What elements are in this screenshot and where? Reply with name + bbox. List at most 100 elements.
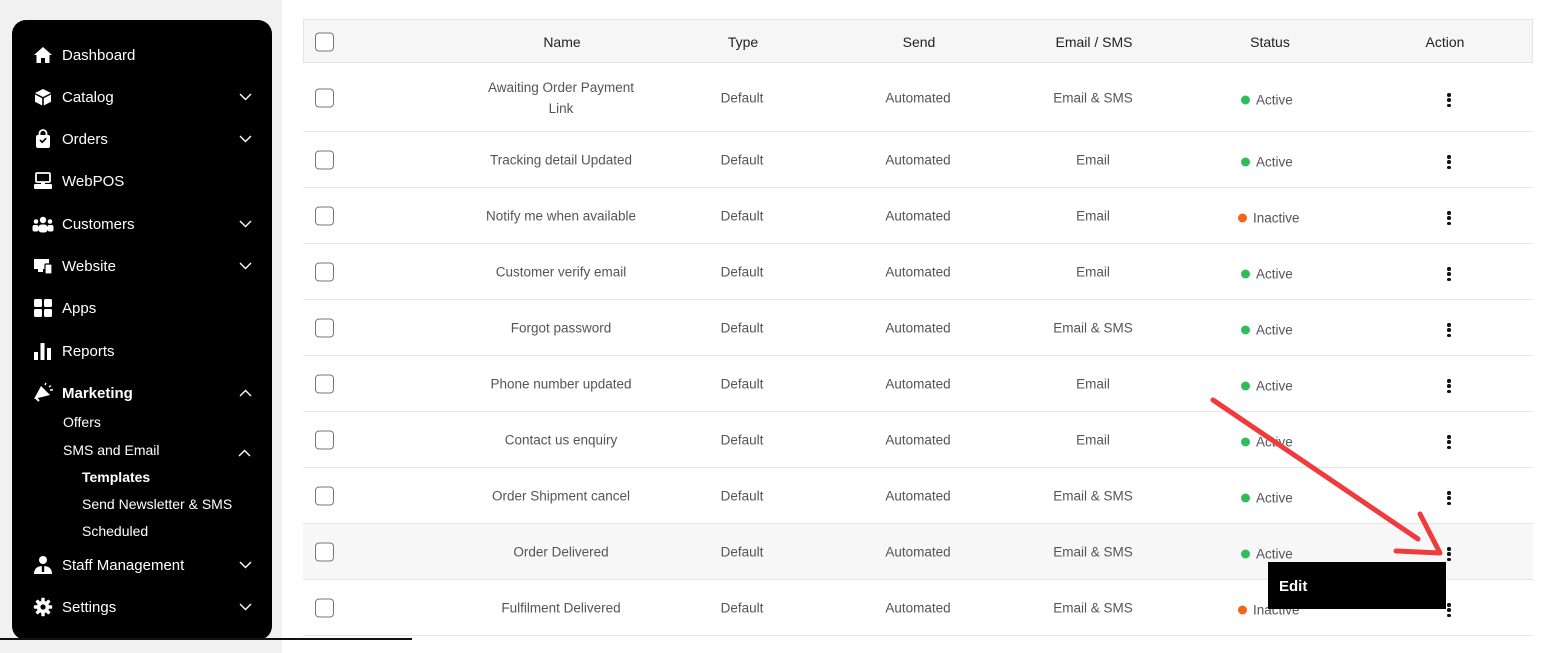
column-header-status[interactable]: Status <box>1250 20 1290 64</box>
status-text: Active <box>1256 378 1293 394</box>
sidebar-item-label: Website <box>62 257 116 275</box>
shopping-bag-icon <box>32 128 54 150</box>
status-text: Active <box>1256 490 1293 506</box>
status-dot-icon <box>1241 95 1250 105</box>
template-channel: Email & SMS <box>1053 544 1133 560</box>
status-text: Active <box>1256 434 1293 450</box>
column-header-send[interactable]: Send <box>903 20 936 64</box>
sidebar-subitem-label: SMS and Email <box>63 442 160 458</box>
row-checkbox[interactable] <box>315 374 334 394</box>
template-type: Default <box>720 264 764 280</box>
sidebar-item-website[interactable]: Website <box>12 251 272 281</box>
template-channel: Email & SMS <box>1053 488 1133 504</box>
template-name: Order Delivered <box>513 544 609 560</box>
sidebar-item-reports[interactable]: Reports <box>12 336 272 366</box>
status-dot-icon <box>1241 493 1250 503</box>
sidebar-item-label: Staff Management <box>62 556 185 574</box>
status-dot-icon <box>1241 325 1250 335</box>
bar-chart-icon <box>32 340 54 362</box>
sidebar: Dashboard Catalog Orders WebPOS Customer… <box>12 20 272 640</box>
apps-grid-icon <box>32 297 54 319</box>
row-checkbox[interactable] <box>315 430 334 450</box>
home-icon <box>32 44 54 66</box>
sidebar-subitem-templates[interactable]: Templates <box>82 469 150 485</box>
chevron-down-icon[interactable] <box>238 259 252 273</box>
more-actions-icon[interactable] <box>1442 376 1456 396</box>
template-type: Default <box>720 152 764 168</box>
more-actions-icon[interactable] <box>1442 544 1456 564</box>
sidebar-item-webpos[interactable]: WebPOS <box>12 166 272 196</box>
status-badge: Active <box>1241 491 1293 506</box>
column-header-type[interactable]: Type <box>728 20 758 64</box>
template-send: Automated <box>885 544 951 560</box>
sidebar-item-label: Dashboard <box>62 46 136 64</box>
action-menu-edit[interactable]: Edit <box>1268 562 1446 609</box>
row-checkbox[interactable] <box>315 206 334 226</box>
more-actions-icon[interactable] <box>1442 488 1456 508</box>
users-icon <box>32 213 54 235</box>
more-actions-icon[interactable] <box>1442 208 1456 228</box>
column-header-action[interactable]: Action <box>1426 20 1465 64</box>
sidebar-subitem-offers[interactable]: Offers <box>63 414 101 430</box>
more-actions-icon[interactable] <box>1442 320 1456 340</box>
more-actions-icon[interactable] <box>1442 152 1456 172</box>
chevron-down-icon[interactable] <box>238 132 252 146</box>
box-icon <box>32 86 54 108</box>
template-send: Automated <box>885 90 951 106</box>
sidebar-item-apps[interactable]: Apps <box>12 293 272 323</box>
status-dot-icon <box>1238 213 1247 223</box>
sidebar-background: Dashboard Catalog Orders WebPOS Customer… <box>0 0 282 653</box>
sidebar-subitem-sms-email[interactable]: SMS and Email <box>63 442 253 460</box>
select-all-checkbox[interactable] <box>315 32 334 52</box>
sidebar-item-label: Apps <box>62 299 97 317</box>
row-checkbox[interactable] <box>315 486 334 506</box>
gear-icon <box>32 596 54 618</box>
sidebar-item-settings[interactable]: Settings <box>12 592 272 622</box>
template-name: Tracking detail Updated <box>489 152 633 168</box>
row-checkbox[interactable] <box>315 88 334 108</box>
status-dot-icon <box>1241 269 1250 279</box>
template-send: Automated <box>885 376 951 392</box>
chevron-down-icon[interactable] <box>238 90 252 104</box>
template-channel: Email & SMS <box>1053 320 1133 336</box>
sidebar-subitem-scheduled[interactable]: Scheduled <box>82 523 148 539</box>
more-actions-icon[interactable] <box>1442 90 1456 110</box>
chevron-up-icon[interactable] <box>238 444 251 460</box>
row-checkbox[interactable] <box>315 150 334 170</box>
sidebar-item-label: Marketing <box>62 384 133 402</box>
row-checkbox[interactable] <box>315 542 334 562</box>
sidebar-item-catalog[interactable]: Catalog <box>12 82 272 112</box>
template-channel: Email <box>1076 152 1110 168</box>
sidebar-item-orders[interactable]: Orders <box>12 124 272 154</box>
template-send: Automated <box>885 320 951 336</box>
template-channel: Email <box>1076 376 1110 392</box>
table-row: Forgot password Default Automated Email … <box>303 300 1533 356</box>
row-checkbox[interactable] <box>315 318 334 338</box>
status-badge: Active <box>1241 435 1293 450</box>
table-header: Name Type Send Email / SMS Status Action <box>303 19 1533 63</box>
sidebar-subitem-newsletter[interactable]: Send Newsletter & SMS <box>82 496 232 512</box>
status-badge: Active <box>1241 155 1293 170</box>
bottom-divider <box>0 638 412 640</box>
sidebar-item-customers[interactable]: Customers <box>12 209 272 239</box>
sidebar-item-dashboard[interactable]: Dashboard <box>12 40 272 70</box>
chevron-down-icon[interactable] <box>238 600 252 614</box>
sidebar-item-marketing[interactable]: Marketing <box>12 378 272 408</box>
chevron-down-icon[interactable] <box>238 217 252 231</box>
row-checkbox[interactable] <box>315 598 334 618</box>
column-header-email-sms[interactable]: Email / SMS <box>1055 20 1132 64</box>
more-actions-icon[interactable] <box>1442 432 1456 452</box>
template-type: Default <box>720 432 764 448</box>
chevron-up-icon[interactable] <box>238 386 252 400</box>
chevron-down-icon[interactable] <box>238 558 252 572</box>
template-name: Customer verify email <box>495 264 627 280</box>
more-actions-icon[interactable] <box>1442 264 1456 284</box>
status-dot-icon <box>1241 549 1250 559</box>
template-send: Automated <box>885 264 951 280</box>
template-type: Default <box>720 320 764 336</box>
row-checkbox[interactable] <box>315 262 334 282</box>
sidebar-item-staff-management[interactable]: Staff Management <box>12 550 272 580</box>
website-icon <box>32 255 54 277</box>
column-header-name[interactable]: Name <box>543 20 580 64</box>
sidebar-item-label: Reports <box>62 342 115 360</box>
